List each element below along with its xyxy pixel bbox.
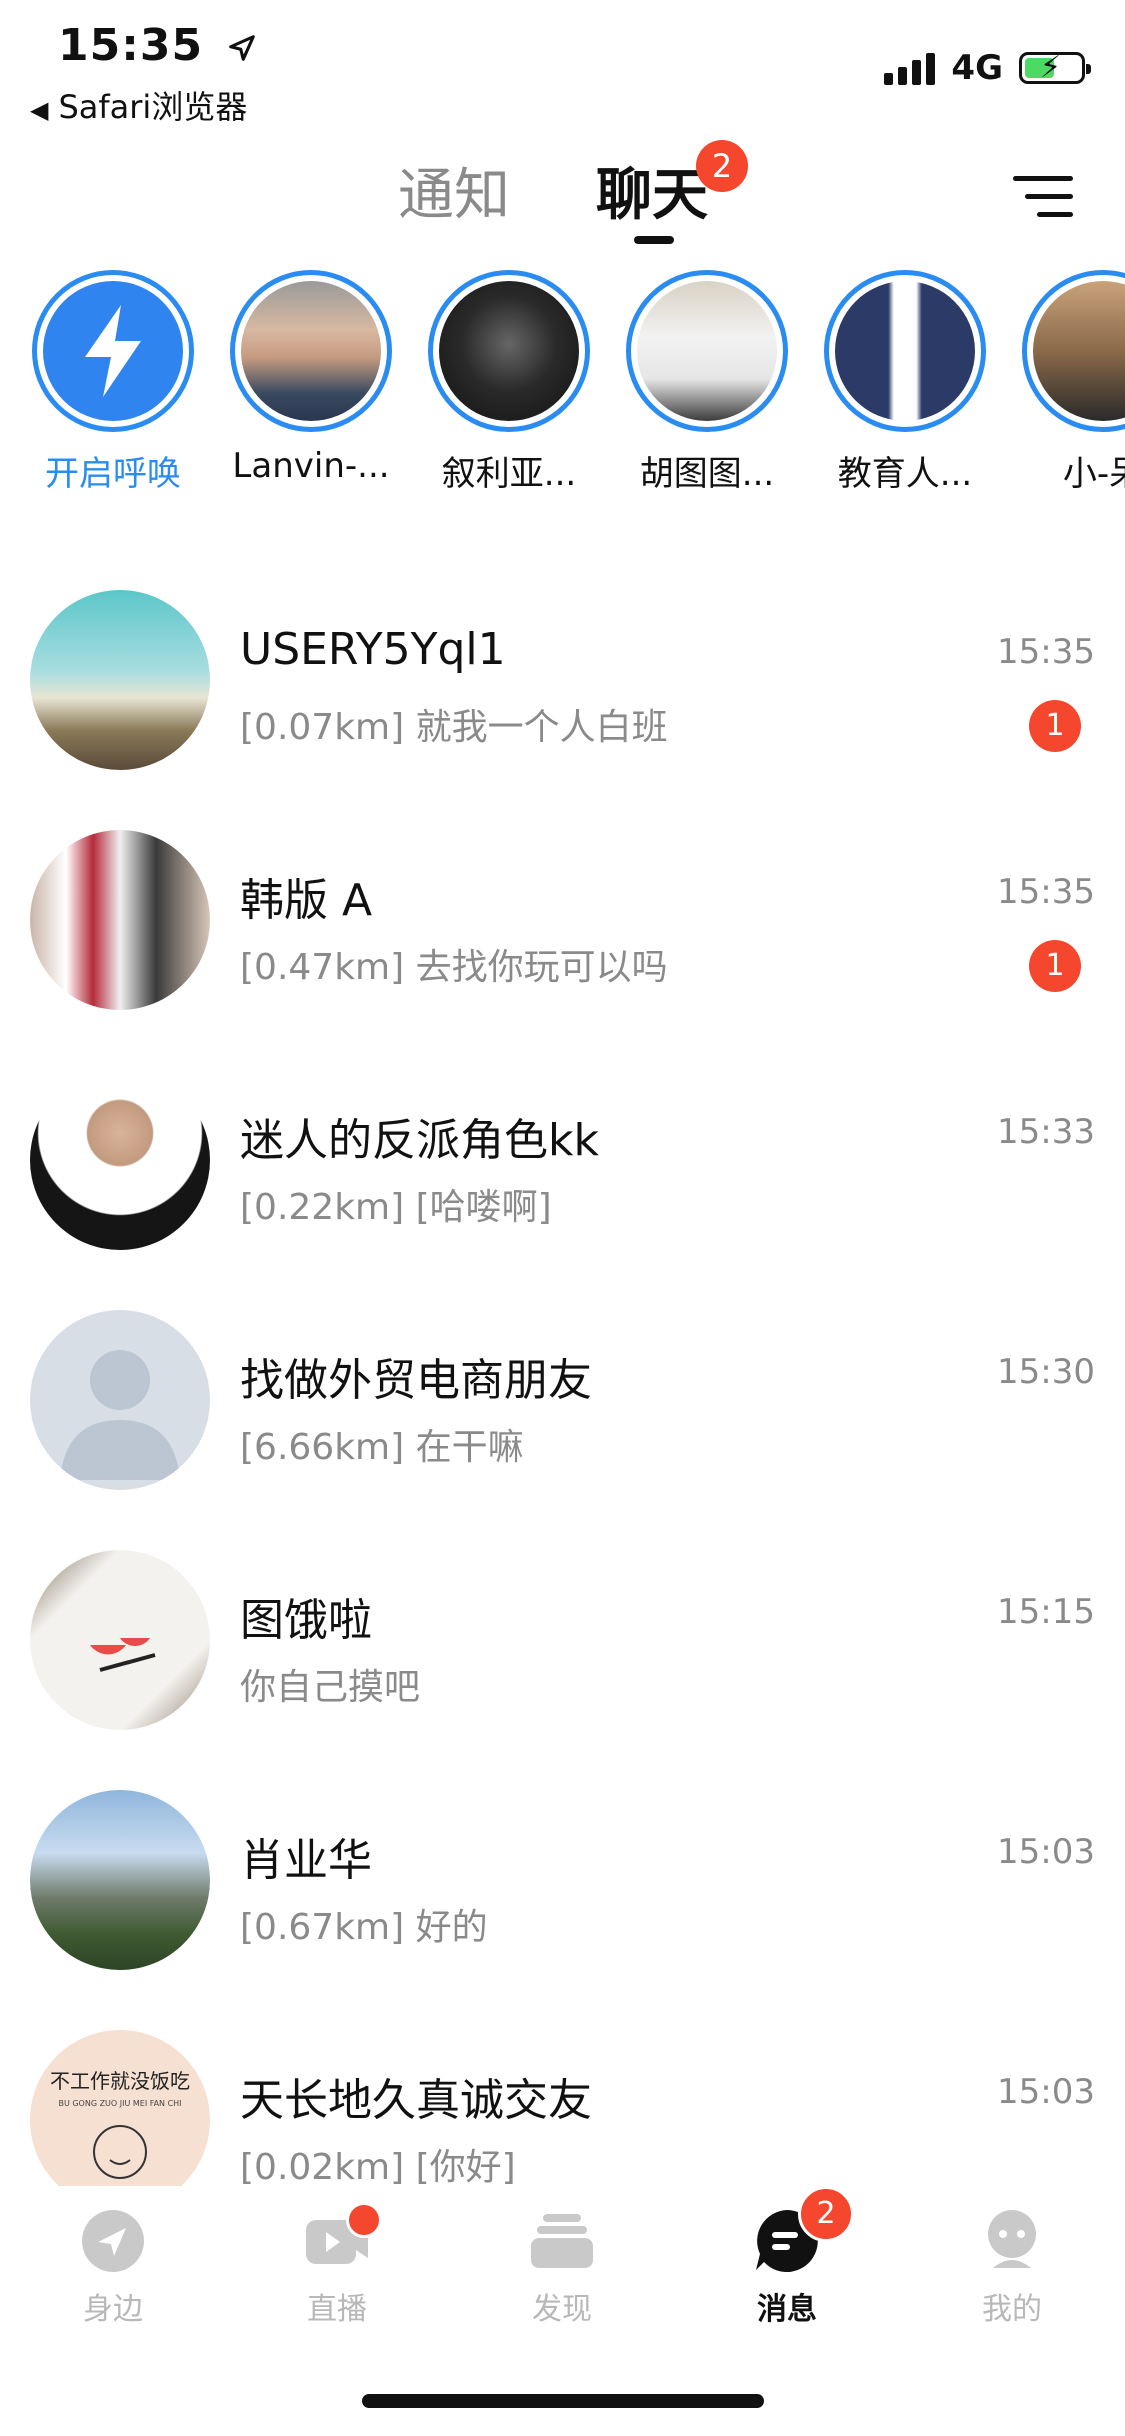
chat-preview: 你自己摸吧 bbox=[240, 1667, 421, 1708]
story-item[interactable]: 教育人... bbox=[820, 270, 990, 495]
person-silhouette-icon bbox=[60, 1350, 180, 1480]
chat-time: 15:15 bbox=[997, 1592, 1095, 1632]
avatar bbox=[439, 281, 579, 421]
back-label: Safari浏览器 bbox=[58, 88, 248, 126]
chat-row[interactable]: 找做外贸电商朋友 [6.66km] 在干嘛 15:30 bbox=[0, 1310, 1125, 1550]
nav-nearby[interactable]: 身边 bbox=[43, 2208, 183, 2328]
story-label: 胡图图... bbox=[639, 454, 775, 494]
story-label: 小-呆 bbox=[1062, 454, 1125, 494]
nav-label: 我的 bbox=[982, 2292, 1042, 2327]
chat-preview: [0.67km] 好的 bbox=[240, 1907, 488, 1948]
watermelon-drawing bbox=[90, 1638, 156, 1672]
chat-preview: [0.02km] [你好] bbox=[240, 2147, 516, 2188]
nav-label: 发现 bbox=[532, 2292, 592, 2327]
nav-discover[interactable]: 发现 bbox=[492, 2208, 632, 2328]
status-indicators: 4G ⚡ bbox=[884, 48, 1091, 88]
story-label: 叙利亚... bbox=[441, 454, 577, 494]
chat-name: 天长地久真诚交友 bbox=[240, 2075, 592, 2126]
nav-messages[interactable]: 2 消息 bbox=[717, 2186, 857, 2328]
chat-preview: [0.07km] 就我一个人白班 bbox=[240, 707, 668, 748]
chat-time: 15:33 bbox=[997, 1112, 1095, 1152]
status-time: 15:35 bbox=[58, 20, 257, 71]
location-arrow-icon bbox=[229, 35, 256, 61]
story-label: 教育人... bbox=[837, 454, 973, 494]
back-triangle-icon: ◀ bbox=[30, 96, 49, 124]
chat-time: 15:35 bbox=[997, 632, 1095, 672]
chat-preview: [0.22km] [哈喽啊] bbox=[240, 1187, 552, 1228]
chat-name: 找做外贸电商朋友 bbox=[240, 1355, 592, 1406]
nav-live[interactable]: 直播 bbox=[267, 2202, 407, 2328]
chat-row[interactable]: USERY5Yql1 [0.07km] 就我一个人白班 15:35 1 bbox=[0, 590, 1125, 830]
unread-badge: 1 bbox=[1029, 940, 1081, 992]
default-avatar bbox=[30, 1310, 210, 1490]
chat-name: 迷人的反派角色kk bbox=[240, 1115, 599, 1166]
chat-row[interactable]: 肖业华 [0.67km] 好的 15:03 bbox=[0, 1790, 1125, 2030]
svg-text:不工作就没饭吃: 不工作就没饭吃 bbox=[50, 2069, 190, 2093]
story-open-call[interactable]: 开启呼唤 bbox=[28, 270, 198, 495]
avatar bbox=[1033, 281, 1125, 421]
nav-label: 身边 bbox=[83, 2292, 143, 2327]
messages-badge: 2 bbox=[798, 2186, 854, 2242]
avatar bbox=[30, 830, 210, 1010]
avatar bbox=[241, 281, 381, 421]
story-label: 开启呼唤 bbox=[45, 454, 181, 494]
active-tab-indicator bbox=[634, 236, 674, 244]
nearby-compass-icon bbox=[82, 2210, 144, 2272]
avatar bbox=[30, 590, 210, 770]
tab-chat[interactable]: 聊天 bbox=[596, 150, 708, 231]
svg-text:BU GONG ZUO JIU MEI FAN CHI: BU GONG ZUO JIU MEI FAN CHI bbox=[58, 2099, 181, 2108]
avatar bbox=[30, 1070, 210, 1250]
story-label: Lanvin-... bbox=[232, 446, 390, 486]
battery-icon: ⚡ bbox=[1019, 52, 1091, 84]
avatar bbox=[835, 281, 975, 421]
lightning-icon bbox=[85, 305, 141, 397]
clock: 15:35 bbox=[58, 20, 204, 71]
chat-tab-badge: 2 bbox=[696, 140, 748, 192]
discover-stack-icon bbox=[531, 2214, 593, 2268]
chat-row[interactable]: 迷人的反派角色kk [0.22km] [哈喽啊] 15:33 bbox=[0, 1070, 1125, 1310]
chat-list: USERY5Yql1 [0.07km] 就我一个人白班 15:35 1 韩版 A… bbox=[0, 590, 1125, 2270]
chat-time: 15:35 bbox=[997, 872, 1095, 912]
avatar bbox=[30, 1550, 210, 1730]
story-item[interactable]: 叙利亚... bbox=[424, 270, 594, 495]
nav-label: 直播 bbox=[307, 2292, 367, 2327]
nav-profile[interactable]: 我的 bbox=[942, 2208, 1082, 2328]
chat-name: USERY5Yql1 bbox=[240, 624, 506, 675]
live-dot-badge bbox=[346, 2202, 382, 2238]
story-item[interactable]: 胡图图... bbox=[622, 270, 792, 495]
chat-name: 韩版 A bbox=[240, 875, 373, 926]
avatar bbox=[30, 1790, 210, 1970]
chat-time: 15:03 bbox=[997, 2072, 1095, 2112]
signal-icon bbox=[884, 51, 936, 85]
home-indicator[interactable] bbox=[362, 2394, 764, 2408]
chat-name: 肖业华 bbox=[240, 1835, 372, 1886]
story-item[interactable]: Lanvin-... bbox=[226, 270, 396, 486]
avatar: 不工作就没饭吃 BU GONG ZUO JIU MEI FAN CHI bbox=[30, 2030, 210, 2210]
chat-time: 15:03 bbox=[997, 1832, 1095, 1872]
story-item[interactable]: 小-呆 bbox=[1018, 270, 1125, 495]
unread-badge: 1 bbox=[1029, 700, 1081, 752]
chat-name: 图饿啦 bbox=[240, 1595, 372, 1646]
stories-row: 开启呼唤 Lanvin-... 叙利亚... 胡图图... 教育人... 小-呆 bbox=[0, 270, 1125, 510]
avatar bbox=[637, 281, 777, 421]
chat-preview: [0.47km] 去找你玩可以吗 bbox=[240, 947, 668, 988]
network-type: 4G bbox=[951, 48, 1003, 88]
back-to-safari[interactable]: ◀ Safari浏览器 bbox=[30, 82, 247, 128]
chat-preview: [6.66km] 在干嘛 bbox=[240, 1427, 524, 1468]
profile-icon bbox=[988, 2210, 1036, 2268]
nav-label: 消息 bbox=[757, 2292, 817, 2327]
tab-notifications[interactable]: 通知 bbox=[398, 150, 510, 231]
chat-time: 15:30 bbox=[997, 1352, 1095, 1392]
filter-menu-icon[interactable] bbox=[1013, 170, 1073, 222]
chat-row[interactable]: 图饿啦 你自己摸吧 15:15 bbox=[0, 1550, 1125, 1790]
chat-row[interactable]: 韩版 A [0.47km] 去找你玩可以吗 15:35 1 bbox=[0, 830, 1125, 1070]
avatar-text-art: 不工作就没饭吃 BU GONG ZUO JIU MEI FAN CHI bbox=[50, 2069, 190, 2179]
